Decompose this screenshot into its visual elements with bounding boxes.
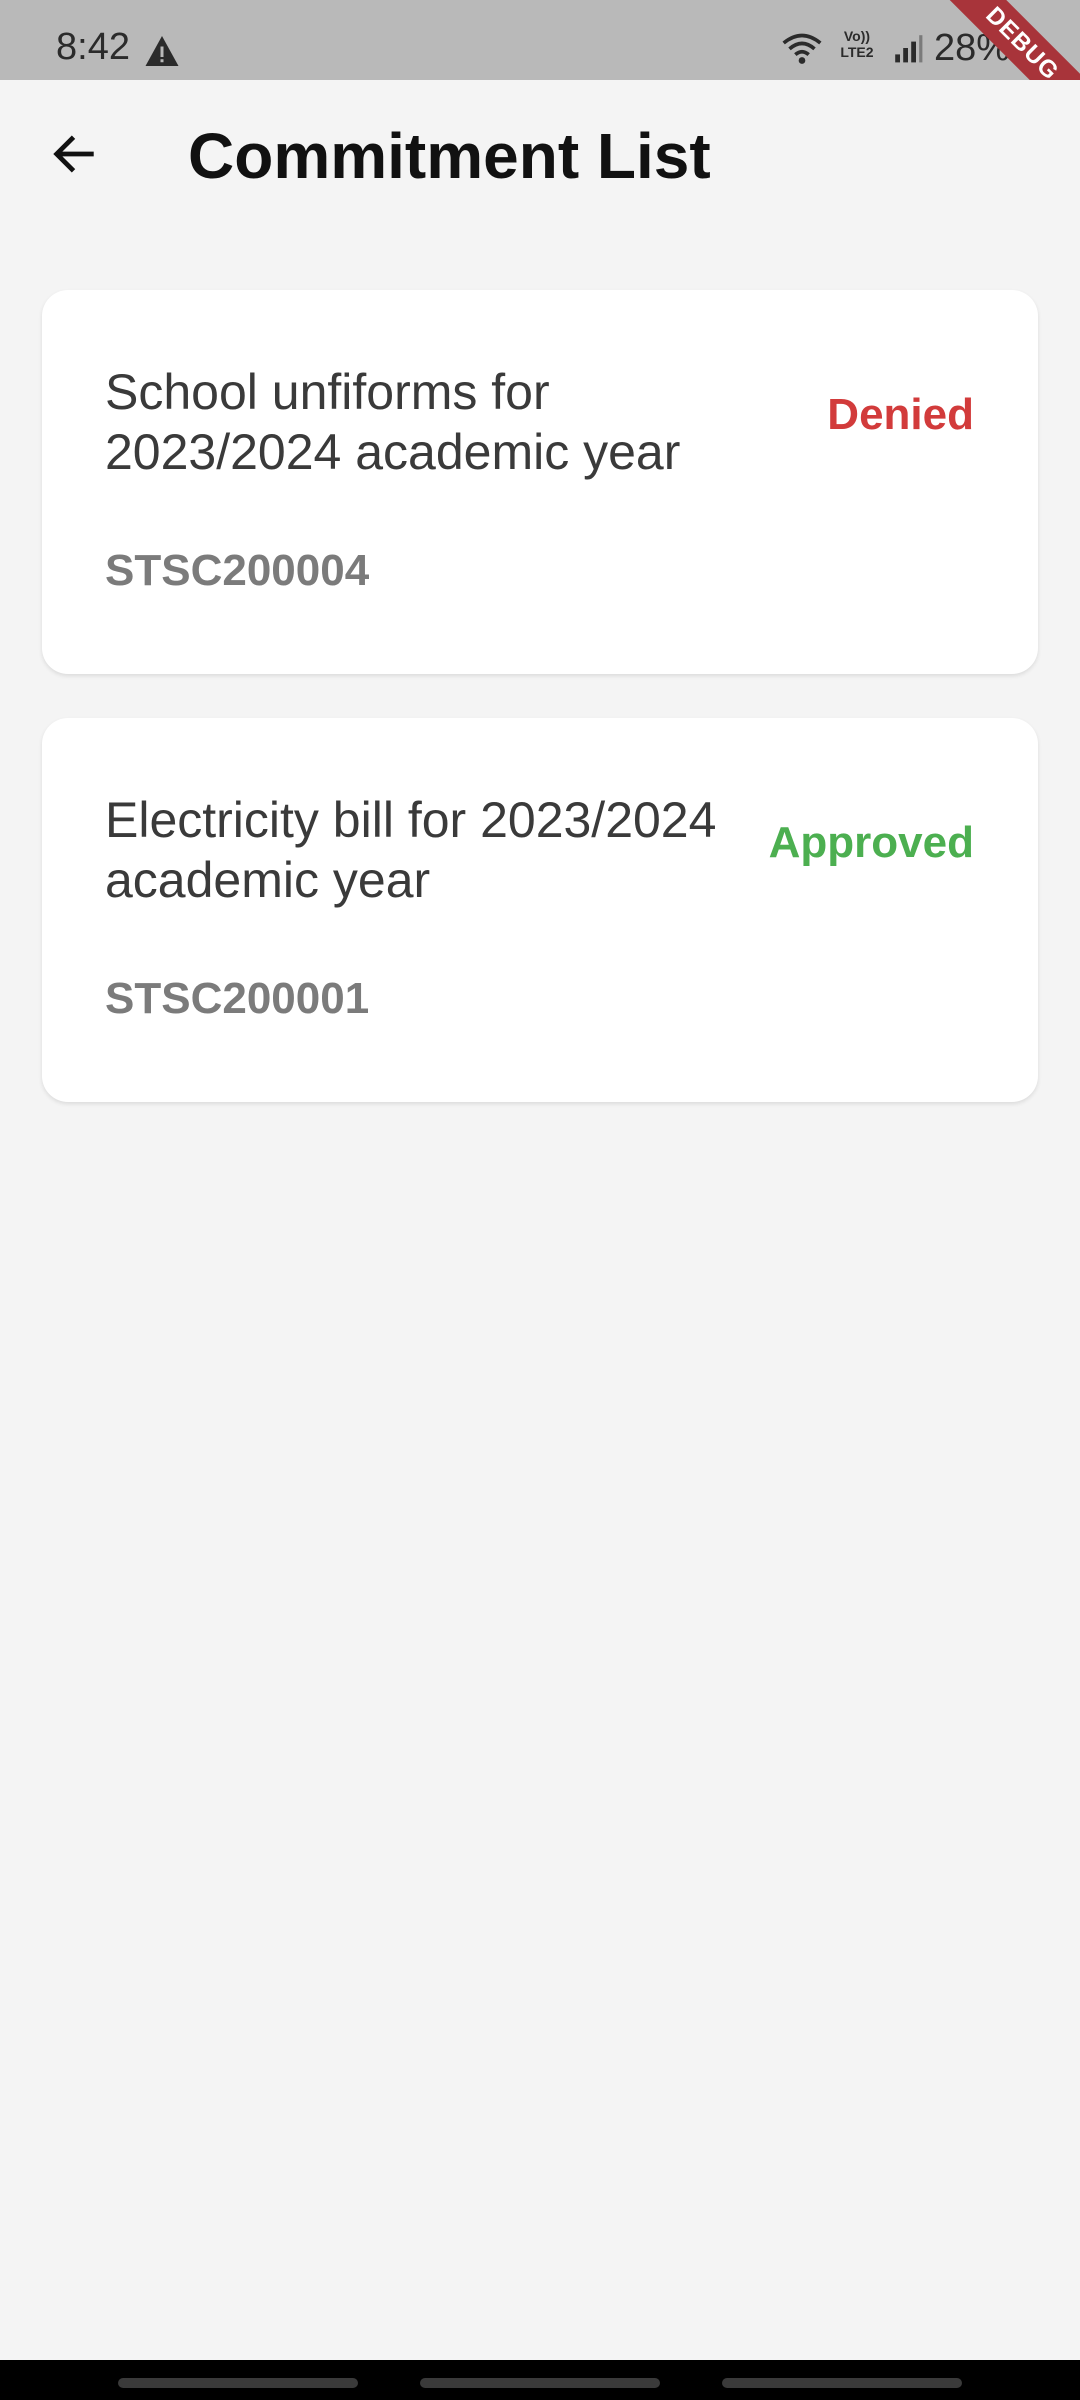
signal-icon (895, 35, 923, 63)
commitment-title: Electricity bill for 2023/2024 academic … (105, 792, 717, 908)
status-icons: Vo)) LTE2 28% (782, 24, 1010, 72)
volte-icon: Vo)) LTE2 (840, 28, 874, 60)
status-badge: Approved (768, 818, 974, 867)
warning-icon (145, 36, 179, 66)
commitment-code: STSC200001 (105, 974, 370, 1023)
back-button[interactable] (34, 114, 114, 194)
status-bar: 8:42 Vo)) LTE2 28% DEBUG (0, 0, 1080, 80)
commitment-code: STSC200004 (105, 546, 370, 595)
arrow-left-icon (53, 135, 94, 173)
page-title: Commitment List (188, 120, 711, 192)
system-nav-bar (0, 2360, 1080, 2400)
commitment-card[interactable]: Electricity bill for 2023/2024 academic … (42, 718, 1038, 1102)
commitment-title: School unfiforms for 2023/2024 academic … (105, 364, 681, 480)
nav-back-indicator[interactable] (722, 2378, 962, 2388)
commitment-card[interactable]: School unfiforms for 2023/2024 academic … (42, 290, 1038, 674)
nav-home-indicator[interactable] (420, 2378, 660, 2388)
nav-recents-indicator[interactable] (118, 2378, 358, 2388)
wifi-icon (782, 33, 822, 64)
status-time: 8:42 (56, 26, 130, 68)
commitment-list: School unfiforms for 2023/2024 academic … (42, 290, 1038, 1146)
status-badge: Denied (827, 390, 974, 439)
app-bar: Commitment List (0, 80, 1080, 230)
